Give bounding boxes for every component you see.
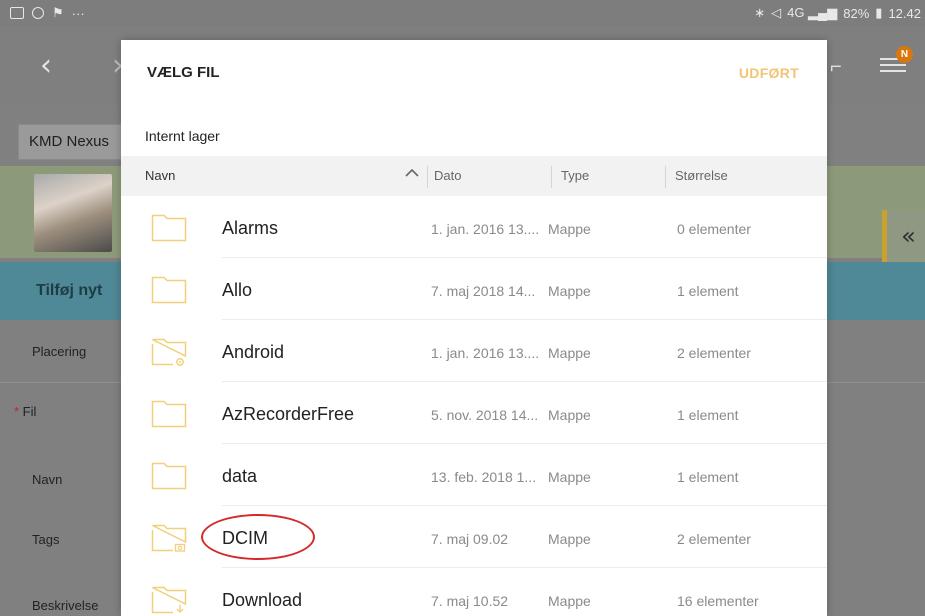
status-left-icons: ⚑ ··· <box>10 5 85 21</box>
folder-download-icon <box>151 586 187 614</box>
column-name[interactable]: Navn <box>145 168 175 183</box>
collapse-panel-button[interactable]: « <box>882 210 925 262</box>
battery-icon: ▮ <box>875 5 883 20</box>
required-marker: * <box>14 404 23 419</box>
field-label-fil: * Fil <box>14 404 36 419</box>
column-separator <box>551 166 552 188</box>
back-arrow-icon[interactable]: ‹ <box>40 48 52 83</box>
file-row-download[interactable]: Download 7. maj 10.52 Mappe 16 elementer <box>121 568 827 616</box>
tab-label: KMD Nexus <box>29 133 110 150</box>
dialog-title: VÆLG FIL <box>147 64 220 81</box>
column-separator <box>665 166 666 188</box>
file-name: AzRecorderFree <box>222 404 355 424</box>
file-row-allo[interactable]: Allo 7. maj 2018 14... Mappe 1 element <box>121 258 827 320</box>
network-type: 4G <box>787 5 805 20</box>
file-size: 1 element <box>677 469 739 485</box>
file-name: Alarms <box>222 218 279 238</box>
file-type: Mappe <box>548 283 591 299</box>
file-date: 13. feb. 2018 1... <box>431 469 537 485</box>
column-separator <box>427 166 428 188</box>
file-date: 1. jan. 2016 13.... <box>431 345 540 361</box>
file-date: 1. jan. 2016 13.... <box>431 221 540 237</box>
column-header: Navn Dato Type Størrelse <box>121 156 827 196</box>
file-size: 0 elementer <box>677 221 751 237</box>
file-name: DCIM <box>222 528 268 548</box>
bluetooth-icon: ∗ <box>754 5 766 20</box>
notification-badge[interactable]: N <box>896 46 913 63</box>
file-type: Mappe <box>548 221 591 237</box>
folder-icon <box>151 462 187 490</box>
sync-notification-icon <box>32 7 44 19</box>
battery-percent: 82% <box>843 5 870 21</box>
avatar <box>34 174 112 252</box>
done-button[interactable]: UDFØRT <box>739 65 799 81</box>
file-picker-dialog: VÆLG FIL UDFØRT Internt lager Navn Dato … <box>121 40 827 616</box>
status-bar: ⚑ ··· ∗ ◁ 4G ▂▄▆ 82% ▮ 12.42 <box>0 0 925 26</box>
file-row-dcim[interactable]: DCIM 7. maj 09.02 Mappe 2 elementer <box>121 506 827 568</box>
file-size: 1 element <box>677 407 739 423</box>
file-size: 2 elementer <box>677 531 751 547</box>
signal-icon: 4G ▂▄▆ <box>787 5 838 20</box>
pin-icon[interactable]: ⌐ <box>830 56 842 79</box>
file-row-android[interactable]: Android 1. jan. 2016 13.... Mappe 2 elem… <box>121 320 827 382</box>
tab-kmd-nexus[interactable]: KMD Nexus <box>18 124 130 160</box>
folder-icon <box>151 214 187 242</box>
file-type: Mappe <box>548 469 591 485</box>
field-label-navn: Navn <box>32 472 63 487</box>
folder-camera-icon <box>151 524 187 552</box>
gallery-notification-icon <box>10 7 24 19</box>
field-label-placering: Placering <box>32 344 87 359</box>
column-type[interactable]: Type <box>561 168 589 183</box>
column-date[interactable]: Dato <box>434 168 461 183</box>
breadcrumb[interactable]: Internt lager <box>145 128 220 144</box>
file-name: data <box>222 466 258 486</box>
file-type: Mappe <box>548 593 591 609</box>
mute-icon: ◁ <box>771 5 782 20</box>
file-size: 1 element <box>677 283 739 299</box>
dialog-header: VÆLG FIL UDFØRT <box>121 40 827 108</box>
folder-icon <box>151 400 187 428</box>
file-type: Mappe <box>548 531 591 547</box>
file-date: 7. maj 10.52 <box>431 593 509 609</box>
file-size: 16 elementer <box>677 593 759 609</box>
file-name: Android <box>222 342 285 362</box>
file-date: 5. nov. 2018 14... <box>431 407 539 423</box>
file-date: 7. maj 09.02 <box>431 531 509 547</box>
field-label-tags: Tags <box>32 532 60 547</box>
file-type: Mappe <box>548 407 591 423</box>
more-notifications-icon: ··· <box>71 5 85 21</box>
clock: 12.42 <box>888 5 921 21</box>
file-type: Mappe <box>548 345 591 361</box>
column-size[interactable]: Størrelse <box>675 168 728 183</box>
double-chevron-left-icon: « <box>901 222 916 250</box>
folder-settings-icon <box>151 338 187 366</box>
section-title: Tilføj nyt <box>36 282 103 299</box>
flag-notification-icon: ⚑ <box>52 5 64 20</box>
status-right-icons: ∗ ◁ 4G ▂▄▆ 82% ▮ 12.42 <box>754 5 921 21</box>
file-name: Allo <box>222 280 253 300</box>
field-label-beskrivelse: Beskrivelse <box>32 598 99 613</box>
folder-icon <box>151 276 187 304</box>
file-name: Download <box>222 590 303 610</box>
file-row-azrecorderfree[interactable]: AzRecorderFree 5. nov. 2018 14... Mappe … <box>121 382 827 444</box>
file-row-data[interactable]: data 13. feb. 2018 1... Mappe 1 element <box>121 444 827 506</box>
file-size: 2 elementer <box>677 345 751 361</box>
sort-ascending-icon[interactable] <box>401 162 423 184</box>
file-date: 7. maj 2018 14... <box>431 283 536 299</box>
file-row-alarms[interactable]: Alarms 1. jan. 2016 13.... Mappe 0 eleme… <box>121 196 827 258</box>
field-label-fil-text: Fil <box>22 404 37 419</box>
